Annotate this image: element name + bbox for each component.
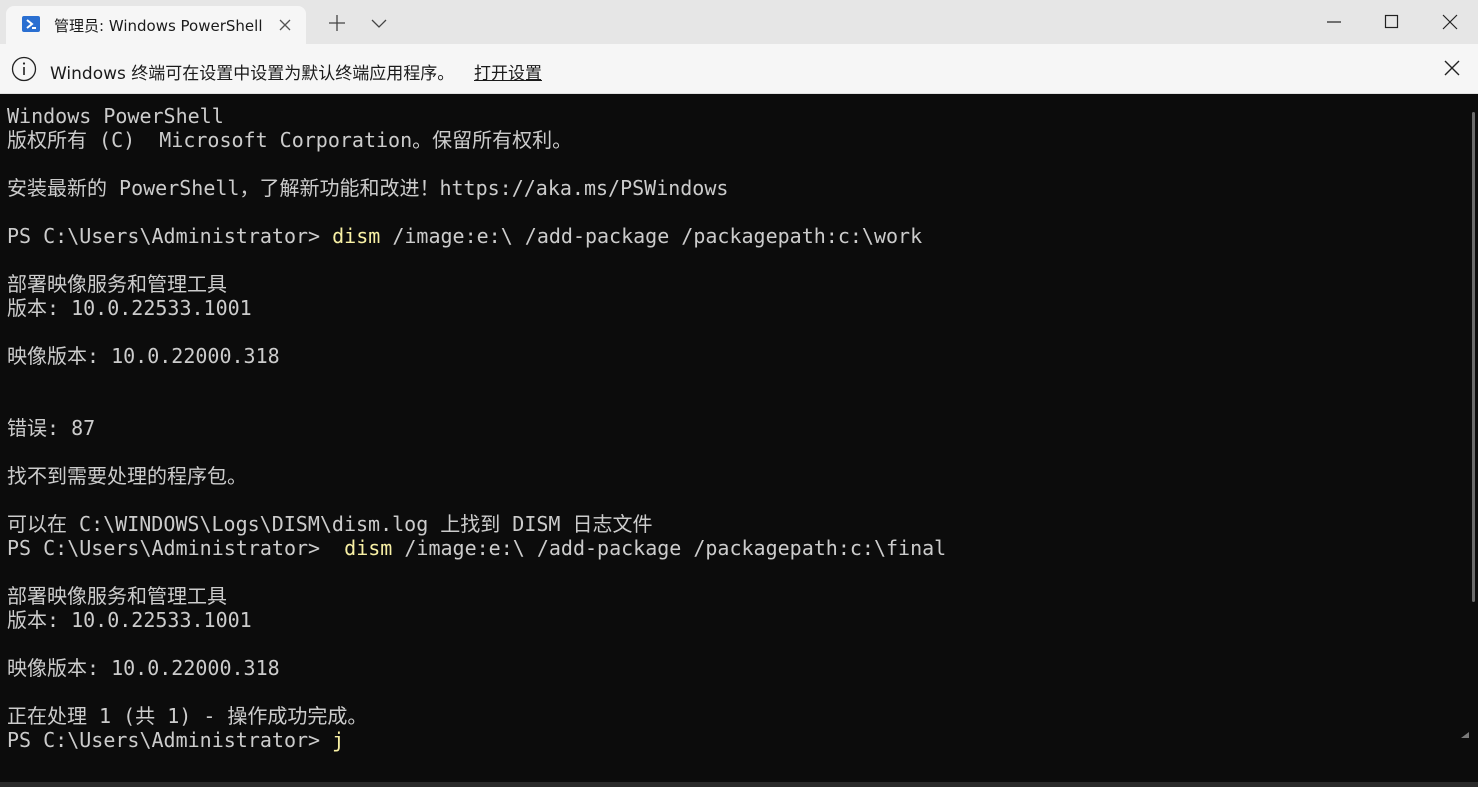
scrollbar[interactable] <box>1472 112 1475 602</box>
close-window-icon[interactable] <box>1438 10 1462 34</box>
prompt-text: PS C:\Users\Administrator> <box>7 536 345 560</box>
tab-powershell[interactable]: 管理员: Windows PowerShell <box>6 6 306 44</box>
output-line: 安装最新的 PowerShell，了解新功能和改进！https://aka.ms… <box>7 176 729 200</box>
output-line: Windows PowerShell <box>7 104 224 128</box>
open-settings-link[interactable]: 打开设置 <box>474 59 542 84</box>
output-line: 版本: 10.0.22533.1001 <box>7 608 252 632</box>
prompt-text: PS C:\Users\Administrator> <box>7 728 333 752</box>
command-name: dism <box>332 224 381 248</box>
prompt-line: PS C:\Users\Administrator> j <box>7 728 946 752</box>
output-line: 找不到需要处理的程序包。 <box>7 464 247 488</box>
prompt-text: PS C:\Users\Administrator> <box>7 224 333 248</box>
powershell-icon <box>22 16 40 32</box>
chevron-down-icon[interactable] <box>368 12 390 34</box>
plus-icon[interactable] <box>326 12 348 34</box>
prompt-line: PS C:\Users\Administrator> dism /image:e… <box>7 536 946 560</box>
window-bottom-edge <box>0 782 1478 787</box>
command-args: /image:e:\ /add-package /packagepath:c:\… <box>392 536 947 560</box>
command-name: dism <box>344 536 393 560</box>
output-line: 映像版本: 10.0.22000.318 <box>7 656 280 680</box>
command-name: j <box>332 728 345 752</box>
output-line: 部署映像服务和管理工具 <box>7 272 227 296</box>
output-line: 映像版本: 10.0.22000.318 <box>7 344 280 368</box>
info-close-icon[interactable] <box>1442 58 1462 78</box>
output-line: 错误: 87 <box>7 416 96 440</box>
title-bar: 管理员: Windows PowerShell <box>0 0 1478 44</box>
info-icon <box>11 56 37 82</box>
minimize-icon[interactable] <box>1322 10 1346 34</box>
scroll-down-arrow-icon[interactable] <box>1460 726 1470 738</box>
output-line: 版权所有 (C) Microsoft Corporation。保留所有权利。 <box>7 128 573 152</box>
output-line: 部署映像服务和管理工具 <box>7 584 227 608</box>
info-bar: Windows 终端可在设置中设置为默认终端应用程序。 打开设置 <box>0 44 1478 94</box>
command-args: /image:e:\ /add-package /packagepath:c:\… <box>380 224 923 248</box>
terminal-output[interactable]: Windows PowerShell 版权所有 (C) Microsoft Cor… <box>0 94 1478 787</box>
output-line: 版本: 10.0.22533.1001 <box>7 296 252 320</box>
maximize-icon[interactable] <box>1380 10 1404 34</box>
close-icon[interactable] <box>278 17 292 31</box>
info-message: Windows 终端可在设置中设置为默认终端应用程序。 <box>50 64 455 84</box>
prompt-line: PS C:\Users\Administrator> dism /image:e… <box>7 224 946 248</box>
tab-title: 管理员: Windows PowerShell <box>54 17 263 35</box>
output-line: 可以在 C:\WINDOWS\Logs\DISM\dism.log 上找到 DI… <box>7 512 653 536</box>
terminal-lines: Windows PowerShell 版权所有 (C) Microsoft Cor… <box>7 104 946 752</box>
output-line: 正在处理 1 (共 1) - 操作成功完成。 <box>7 704 368 728</box>
